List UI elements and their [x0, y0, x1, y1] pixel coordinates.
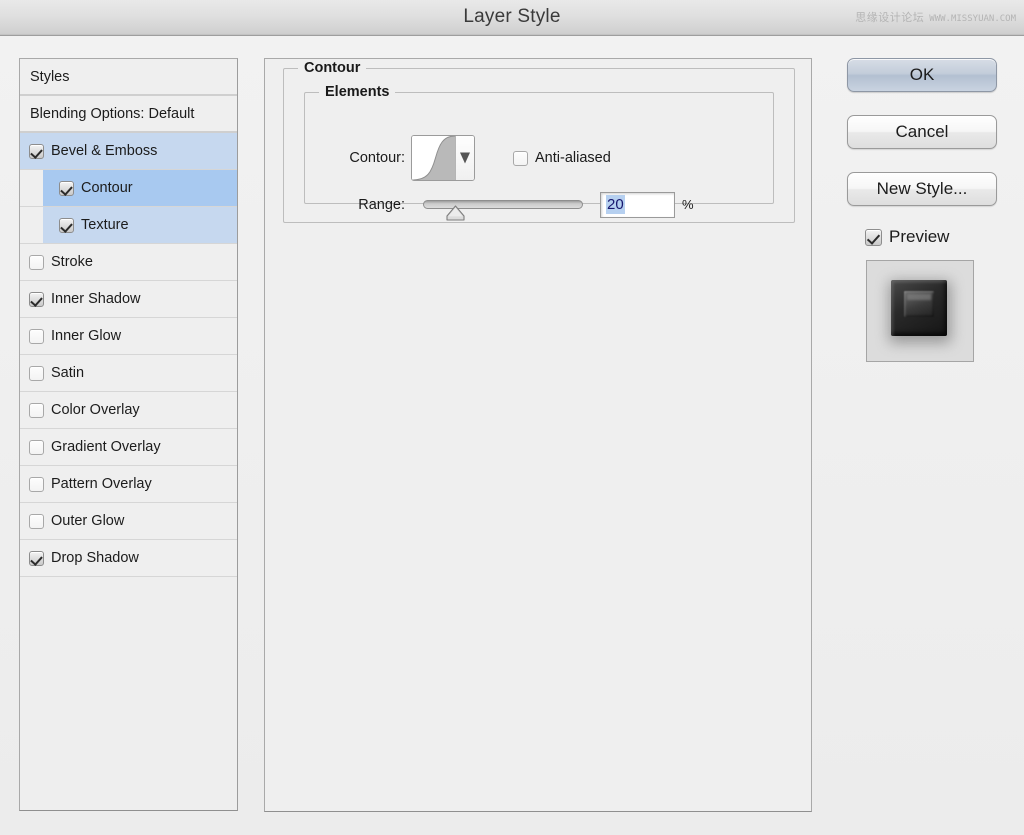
sidebar-item-label: Drop Shadow [51, 550, 139, 566]
sidebar-item-label: Satin [51, 365, 85, 381]
sidebar-item-styles[interactable]: Styles [20, 59, 237, 96]
chevron-down-icon [460, 152, 470, 164]
sidebar-item-outer-glow[interactable]: Outer Glow [20, 503, 237, 540]
row-content: Color Overlay [29, 392, 237, 429]
row-content: Contour [20, 170, 237, 207]
row-content: Drop Shadow [29, 540, 237, 577]
sidebar-item-gradient-overlay[interactable]: Gradient Overlay [20, 429, 237, 466]
range-field-label: Range: [358, 197, 405, 213]
sidebar-item-color-overlay[interactable]: Color Overlay [20, 392, 237, 429]
dialog-actions: OK Cancel New Style... Preview [847, 58, 997, 362]
sidebar-item-drop-shadow[interactable]: Drop Shadow [20, 540, 237, 577]
watermark: 思缘设计论坛 WWW.MISSYUAN.COM [855, 9, 1016, 25]
row-content: Inner Glow [29, 318, 237, 355]
effect-enable-checkbox[interactable] [29, 366, 44, 381]
effect-enable-checkbox[interactable] [29, 144, 44, 159]
contour-curve-preview [412, 136, 456, 180]
row-content: Gradient Overlay [29, 429, 237, 466]
row-content: Bevel & Emboss [29, 133, 237, 170]
sidebar-item-label: Styles [30, 69, 70, 85]
watermark-url-text: WWW.MISSYUAN.COM [929, 14, 1016, 24]
range-unit-label: % [682, 197, 694, 212]
effect-enable-checkbox[interactable] [59, 181, 74, 196]
row-content: Inner Shadow [29, 281, 237, 318]
preview-option[interactable]: Preview [865, 227, 997, 247]
sidebar-item-contour[interactable]: Contour [20, 170, 237, 207]
anti-aliased-label: Anti-aliased [535, 150, 611, 166]
sidebar-item-label: Pattern Overlay [51, 476, 152, 492]
anti-aliased-option[interactable]: Anti-aliased [513, 150, 611, 166]
style-preview-thumbnail [866, 260, 974, 362]
contour-group-title: Contour [298, 60, 367, 76]
sidebar-item-bevel-emboss[interactable]: Bevel & Emboss [20, 133, 237, 170]
row-content: Pattern Overlay [29, 466, 237, 503]
contour-group: Contour Elements Contour: Anti-aliased R… [283, 60, 795, 223]
range-value-input[interactable]: 20 [600, 192, 675, 218]
effect-enable-checkbox[interactable] [29, 403, 44, 418]
sidebar-item-label: Outer Glow [51, 513, 125, 529]
sidebar-item-label: Blending Options: Default [30, 106, 195, 122]
effect-enable-checkbox[interactable] [59, 218, 74, 233]
title-bar: Layer Style 思缘设计论坛 WWW.MISSYUAN.COM [0, 0, 1024, 36]
elements-group-title: Elements [319, 84, 396, 100]
preview-checkbox[interactable] [865, 228, 882, 246]
watermark-cn-text: 思缘设计论坛 [855, 11, 925, 24]
sidebar-item-label: Gradient Overlay [51, 439, 161, 455]
elements-group: Elements Contour: Anti-aliased Range: 20… [304, 84, 774, 221]
layer-style-dialog: Layer Style 思缘设计论坛 WWW.MISSYUAN.COM Style… [0, 0, 1024, 835]
sidebar-item-texture[interactable]: Texture [20, 207, 237, 244]
contour-field-label: Contour: [349, 150, 405, 166]
sidebar-item-inner-glow[interactable]: Inner Glow [20, 318, 237, 355]
contour-preset-picker[interactable] [411, 135, 475, 181]
sidebar-item-stroke[interactable]: Stroke [20, 244, 237, 281]
range-slider-thumb[interactable] [445, 205, 465, 221]
row-content: Texture [20, 207, 237, 244]
sidebar-item-label: Color Overlay [51, 402, 140, 418]
sidebar-item-label: Contour [81, 180, 133, 196]
ok-button[interactable]: OK [847, 58, 997, 92]
effect-enable-checkbox[interactable] [29, 477, 44, 492]
effect-list: Bevel & Emboss Contour Texture Stroke Inner … [20, 133, 237, 577]
sidebar-item-label: Inner Glow [51, 328, 122, 344]
sidebar-item-label: Stroke [51, 254, 93, 270]
contour-dropdown-button[interactable] [456, 136, 474, 180]
anti-aliased-checkbox[interactable] [513, 150, 528, 166]
sidebar-item-satin[interactable]: Satin [20, 355, 237, 392]
sidebar-item-blending-options[interactable]: Blending Options: Default [20, 96, 237, 133]
effect-enable-checkbox[interactable] [29, 440, 44, 455]
preview-label: Preview [889, 227, 950, 246]
effect-enable-checkbox[interactable] [29, 292, 44, 307]
sidebar-item-inner-shadow[interactable]: Inner Shadow [20, 281, 237, 318]
sidebar-item-label: Texture [81, 217, 129, 233]
range-value-text: 20 [606, 195, 625, 214]
sidebar-item-label: Inner Shadow [51, 291, 141, 307]
preview-shape-highlight [907, 294, 931, 300]
row-content: Outer Glow [29, 503, 237, 540]
effect-enable-checkbox[interactable] [29, 329, 44, 344]
row-content: Satin [29, 355, 237, 392]
new-style-button[interactable]: New Style... [847, 172, 997, 206]
cancel-button[interactable]: Cancel [847, 115, 997, 149]
effect-enable-checkbox[interactable] [29, 514, 44, 529]
contour-settings-panel: Contour Elements Contour: Anti-aliased R… [264, 58, 812, 812]
sidebar-item-label: Bevel & Emboss [51, 143, 158, 159]
effect-enable-checkbox[interactable] [29, 551, 44, 566]
effect-enable-checkbox[interactable] [29, 255, 44, 270]
sidebar-item-pattern-overlay[interactable]: Pattern Overlay [20, 466, 237, 503]
effects-sidebar: Styles Blending Options: Default Bevel &… [19, 58, 238, 811]
row-content: Stroke [29, 244, 237, 281]
